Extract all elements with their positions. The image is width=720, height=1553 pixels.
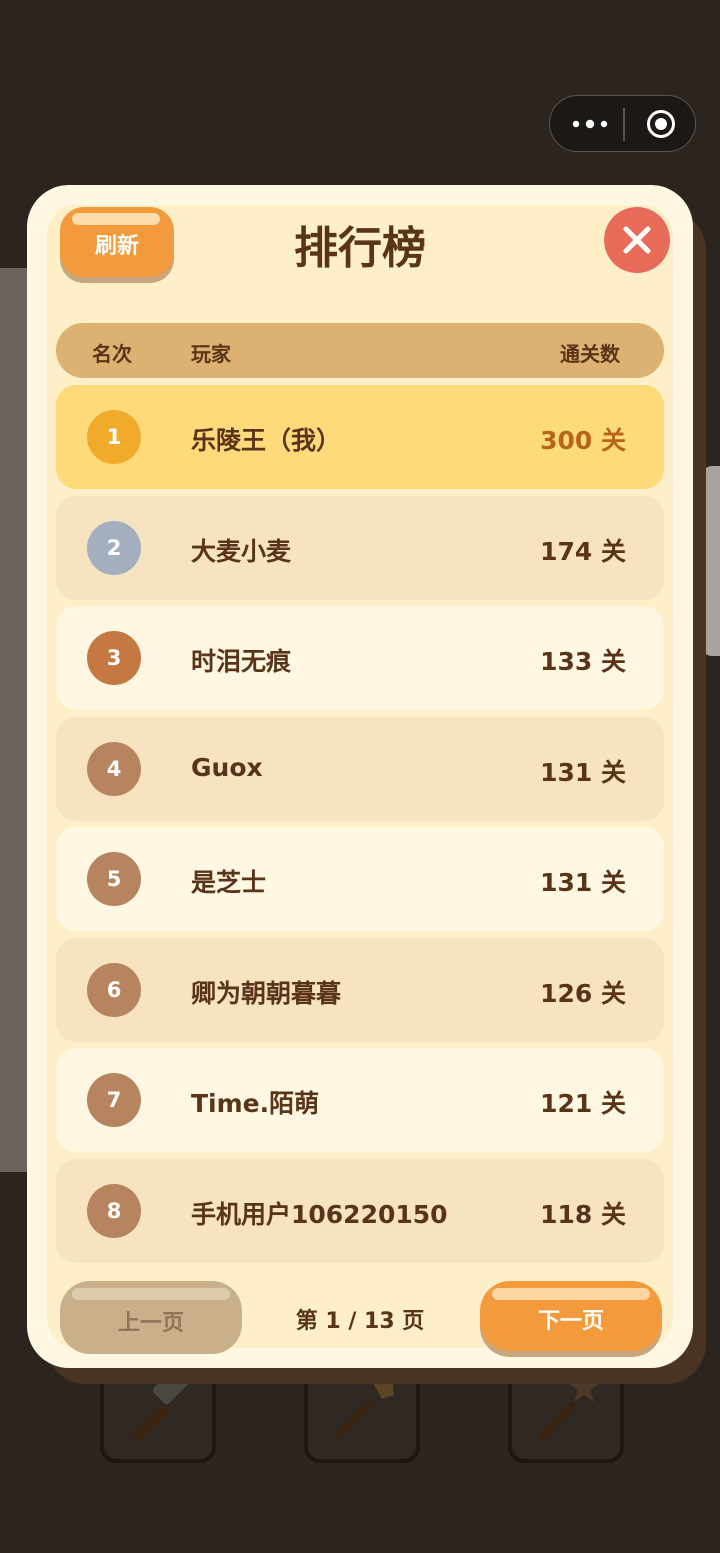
levels-cleared: 133 关: [540, 647, 626, 676]
rank-badge: 5: [87, 852, 141, 906]
column-rank: 名次: [92, 342, 132, 366]
levels-cleared: 126 关: [540, 979, 626, 1008]
levels-cleared: 300 关: [540, 426, 626, 455]
close-button[interactable]: [604, 207, 670, 273]
rank-badge: 3: [87, 631, 141, 685]
player-name: 是芝士: [191, 868, 267, 897]
rank-badge: 1: [87, 410, 141, 464]
column-player: 玩家: [191, 342, 231, 366]
background-panel-left: [0, 268, 30, 1172]
levels-cleared: 131 关: [540, 758, 626, 787]
next-page-label: 下一页: [537, 1309, 604, 1334]
levels-cleared: 118 关: [540, 1200, 626, 1229]
rank-badge: 4: [87, 742, 141, 796]
target-circle-icon[interactable]: [646, 109, 676, 139]
player-name: 乐陵王（我）: [191, 426, 342, 455]
levels-cleared: 121 关: [540, 1089, 626, 1118]
player-name: Guox: [191, 753, 263, 782]
more-dots-icon[interactable]: [570, 110, 610, 138]
rank-badge: 8: [87, 1184, 141, 1238]
rank-badge: 2: [87, 521, 141, 575]
player-name: Time.陌萌: [191, 1089, 320, 1118]
table-row: 4 Guox 131 关: [56, 717, 664, 821]
table-row: 1 乐陵王（我） 300 关: [56, 385, 664, 489]
levels-cleared: 174 关: [540, 537, 626, 566]
table-header: 名次 玩家 通关数: [56, 323, 664, 378]
table-row: 7 Time.陌萌 121 关: [56, 1048, 664, 1152]
miniprogram-capsule: [549, 95, 696, 152]
player-name: 卿为朝朝暮暮: [191, 979, 342, 1008]
player-name: 时泪无痕: [191, 647, 292, 676]
capsule-divider: [623, 108, 625, 141]
close-x-icon: [623, 226, 651, 254]
table-row: 8 手机用户106220150 118 关: [56, 1159, 664, 1263]
player-name: 大麦小麦: [191, 537, 292, 566]
player-name: 手机用户106220150: [191, 1200, 448, 1229]
table-row: 6 卿为朝朝暮暮 126 关: [56, 938, 664, 1042]
levels-cleared: 131 关: [540, 868, 626, 897]
table-row: 5 是芝士 131 关: [56, 827, 664, 931]
column-levels: 通关数: [560, 342, 620, 366]
table-row: 2 大麦小麦 174 关: [56, 496, 664, 600]
table-row: 3 时泪无痕 133 关: [56, 606, 664, 710]
rank-badge: 7: [87, 1073, 141, 1127]
next-page-button[interactable]: 下一页: [480, 1281, 662, 1351]
rank-badge: 6: [87, 963, 141, 1017]
